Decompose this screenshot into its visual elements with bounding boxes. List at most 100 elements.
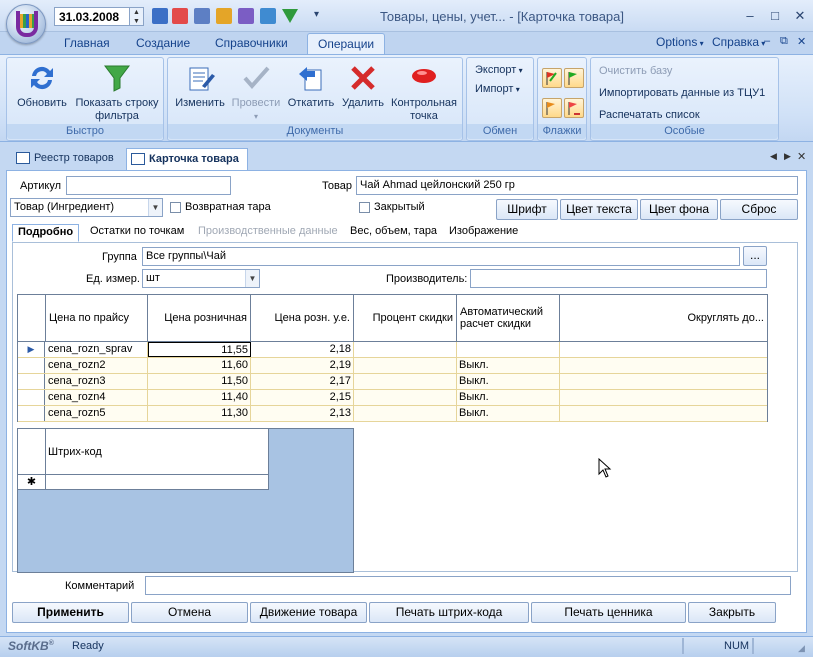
tab-scroll-right-icon[interactable]: ▶ [784, 151, 791, 162]
mdi-restore-button[interactable]: ⧉ [780, 35, 788, 48]
cell-retail[interactable]: 11,55 [148, 342, 251, 357]
rollback-button[interactable]: Откатить [284, 62, 338, 110]
tab-product-registry[interactable]: Реестр товаров [12, 148, 122, 170]
cell-discount-percent[interactable] [354, 374, 457, 389]
subtab-details[interactable]: Подробно [12, 224, 80, 242]
cell-retail[interactable]: 11,40 [148, 390, 251, 405]
new-barcode-cell[interactable] [46, 475, 269, 490]
cell-round-to[interactable] [560, 342, 767, 357]
column-header-barcode[interactable]: Штрих-код [46, 429, 269, 475]
cell-retail-ue[interactable]: 2,17 [251, 374, 354, 389]
cell-round-to[interactable] [560, 358, 767, 373]
column-header-price-list[interactable]: Цена по прайсу [46, 295, 148, 342]
mdi-minimize-button[interactable]: – [764, 35, 770, 47]
clear-database-button[interactable]: Очистить базу [599, 65, 672, 77]
column-header-retail-ue[interactable]: Цена розн. у.е. [251, 295, 354, 342]
cell-discount-percent[interactable] [354, 406, 457, 421]
table-row[interactable]: cena_rozn5 11,30 2,13 Выкл. [18, 406, 767, 422]
options-menu[interactable]: Options ▾ [656, 35, 704, 49]
resize-grip-icon[interactable]: ◢ [798, 643, 805, 654]
cell-auto-discount[interactable] [457, 342, 560, 357]
delete-button[interactable]: Удалить [338, 62, 388, 110]
tab-home[interactable]: Главная [54, 33, 120, 54]
text-color-button[interactable]: Цвет текста [560, 199, 638, 220]
row-selector[interactable] [18, 358, 45, 373]
book-icon[interactable] [260, 8, 276, 24]
document-list-icon[interactable] [152, 8, 168, 24]
print-price-tag-button[interactable]: Печать ценника [531, 602, 686, 623]
cell-round-to[interactable] [560, 390, 767, 405]
date-spinner[interactable]: ▲ ▼ [130, 7, 144, 26]
cancel-button[interactable]: Отмена [131, 602, 248, 623]
cell-retail[interactable]: 11,50 [148, 374, 251, 389]
cell-auto-discount[interactable]: Выкл. [457, 374, 560, 389]
checkpoint-button[interactable]: Контрольная точка [386, 62, 462, 123]
flag-red-green-button[interactable] [542, 68, 562, 88]
edit-button[interactable]: Изменить [172, 62, 228, 110]
cell-discount-percent[interactable] [354, 390, 457, 405]
maximize-button[interactable]: □ [765, 8, 785, 24]
filter-icon[interactable] [282, 9, 298, 23]
post-button[interactable]: Провести ▾ [228, 62, 284, 123]
cell-price-name[interactable]: cena_rozn_sprav [46, 342, 148, 357]
table-row[interactable]: cena_rozn2 11,60 2,19 Выкл. [18, 358, 767, 374]
closed-checkbox[interactable] [359, 202, 370, 213]
cell-discount-percent[interactable] [354, 342, 457, 357]
cell-price-name[interactable]: cena_rozn4 [46, 390, 148, 405]
flag-green-button[interactable] [564, 68, 584, 88]
tab-scroll-left-icon[interactable]: ◀ [770, 151, 777, 162]
column-header-auto-discount[interactable]: Автоматический расчет скидки [457, 295, 560, 342]
cell-retail-ue[interactable]: 2,13 [251, 406, 354, 421]
cell-auto-discount[interactable]: Выкл. [457, 390, 560, 405]
cell-retail[interactable]: 11,30 [148, 406, 251, 421]
print-icon[interactable] [238, 8, 254, 24]
close-form-button[interactable]: Закрыть [688, 602, 776, 623]
cell-price-name[interactable]: cena_rozn3 [46, 374, 148, 389]
cell-price-name[interactable]: cena_rozn2 [46, 358, 148, 373]
group-browse-button[interactable]: ... [743, 246, 767, 266]
column-header-discount-percent[interactable]: Процент скидки [354, 295, 457, 342]
subtab-weight-volume[interactable]: Вес, объем, тара [347, 224, 440, 242]
export-menu[interactable]: Экспорт ▾ [475, 64, 523, 76]
flag-clear-button[interactable] [564, 98, 584, 118]
row-selector[interactable] [18, 374, 45, 389]
apply-button[interactable]: Применить [12, 602, 129, 623]
print-list-button[interactable]: Распечатать список [599, 109, 700, 121]
font-button[interactable]: Шрифт [496, 199, 558, 220]
show-filter-row-button[interactable]: Показать строку фильтра [73, 62, 161, 123]
minimize-button[interactable]: – [740, 8, 760, 24]
cell-retail-ue[interactable]: 2,19 [251, 358, 354, 373]
import-tcu-button[interactable]: Импортировать данные из ТЦУ1 [599, 87, 765, 99]
comment-field[interactable] [145, 576, 791, 595]
returnable-checkbox[interactable] [170, 202, 181, 213]
tab-product-card[interactable]: Карточка товара [126, 148, 248, 170]
print-barcode-button[interactable]: Печать штрих-кода [369, 602, 529, 623]
background-color-button[interactable]: Цвет фона [640, 199, 718, 220]
date-field[interactable]: 31.03.2008 [54, 7, 130, 26]
cell-auto-discount[interactable]: Выкл. [457, 406, 560, 421]
product-type-select[interactable]: Товар (Ингредиент) ▼ [10, 198, 163, 217]
subtab-stock-by-points[interactable]: Остатки по точкам [87, 224, 187, 242]
refresh-button[interactable]: Обновить [11, 62, 73, 110]
row-selector[interactable] [18, 406, 45, 421]
table-row[interactable]: ▶ cena_rozn_sprav 11,55 2,18 [18, 342, 767, 358]
row-selector[interactable] [18, 390, 45, 405]
article-field[interactable] [66, 176, 231, 195]
cell-auto-discount[interactable]: Выкл. [457, 358, 560, 373]
tab-close-icon[interactable]: ✕ [797, 150, 806, 163]
table-row[interactable]: cena_rozn4 11,40 2,15 Выкл. [18, 390, 767, 406]
help-menu[interactable]: Справка ▾ [712, 35, 765, 49]
calendar-icon[interactable] [172, 8, 188, 24]
import-menu[interactable]: Импорт ▾ [475, 83, 520, 95]
flag-orange-button[interactable] [542, 98, 562, 118]
cell-price-name[interactable]: cena_rozn5 [46, 406, 148, 421]
unit-select[interactable]: шт ▼ [142, 269, 260, 288]
tab-references[interactable]: Справочники [205, 33, 298, 54]
table-row[interactable]: cena_rozn3 11,50 2,17 Выкл. [18, 374, 767, 390]
group-field[interactable]: Все группы\Чай [142, 247, 740, 266]
cell-retail-ue[interactable]: 2,18 [251, 342, 354, 357]
report-icon[interactable] [194, 8, 210, 24]
column-header-round-to[interactable]: Округлять до... [560, 295, 767, 342]
manufacturer-field[interactable] [470, 269, 767, 288]
cell-round-to[interactable] [560, 374, 767, 389]
